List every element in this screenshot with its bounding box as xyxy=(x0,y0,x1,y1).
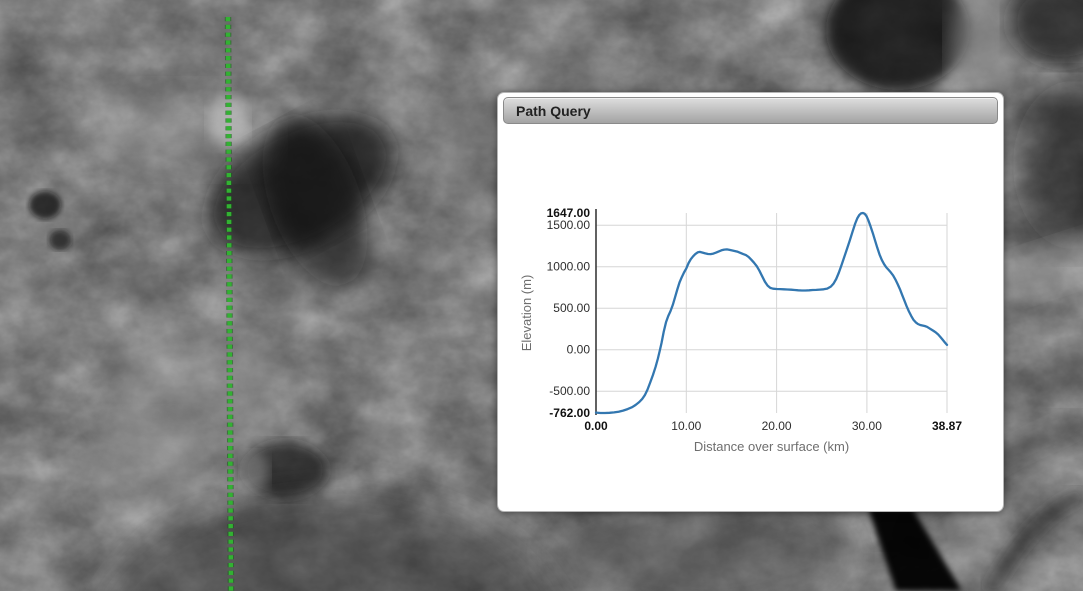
y-tick-label: -762.00 xyxy=(549,406,590,420)
bright-crater-floor xyxy=(80,415,220,525)
elevation-profile-chart[interactable]: 1647.001500.001000.00500.000.00-500.00-7… xyxy=(501,131,1001,471)
chart-plot-area[interactable] xyxy=(596,213,947,413)
y-tick-label: 0.00 xyxy=(567,343,591,357)
x-tick-label: 30.00 xyxy=(852,419,882,433)
small-crater xyxy=(49,230,71,250)
y-tick-label: 500.00 xyxy=(553,301,590,315)
panel-titlebar[interactable]: Path Query xyxy=(503,97,998,124)
x-tick-label: 0.00 xyxy=(584,419,608,433)
x-tick-label: 38.87 xyxy=(932,419,962,433)
small-crater xyxy=(29,191,61,219)
path-query-panel: Path Query 1647.001500.001000.00500.000.… xyxy=(497,92,1004,512)
app-screen: Path Query 1647.001500.001000.00500.000.… xyxy=(0,0,1083,591)
small-crater-rim xyxy=(241,452,269,492)
panel-title: Path Query xyxy=(516,103,591,119)
y-tick-label: 1000.00 xyxy=(547,260,591,274)
y-tick-label: -500.00 xyxy=(549,384,590,398)
y-tick-label: 1500.00 xyxy=(547,218,591,232)
x-axis-title: Distance over surface (km) xyxy=(694,439,849,454)
x-tick-label: 10.00 xyxy=(671,419,701,433)
y-axis-title: Elevation (m) xyxy=(519,275,534,352)
x-tick-label: 20.00 xyxy=(762,419,792,433)
